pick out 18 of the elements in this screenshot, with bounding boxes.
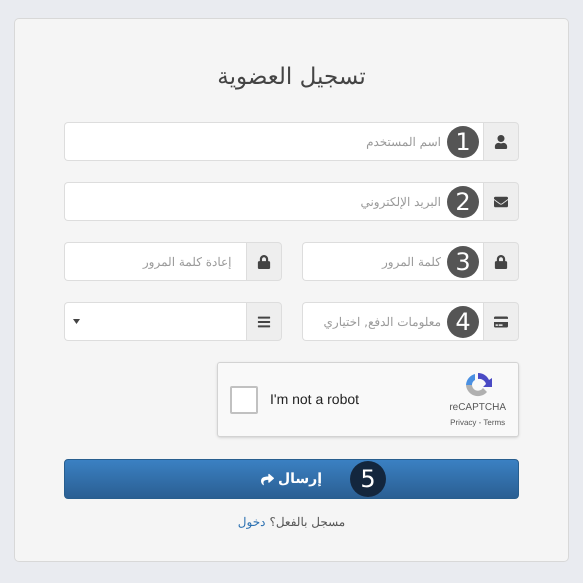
login-link[interactable]: دخول (238, 513, 266, 531)
captcha-checkbox[interactable] (230, 386, 258, 414)
input-field[interactable]: إعادة كلمة المرور (64, 242, 246, 281)
share-arrow-icon (260, 472, 274, 486)
select-field[interactable] (64, 302, 246, 341)
step-number-badge: 5 (350, 461, 386, 497)
caret-icon (73, 319, 80, 324)
lock-icon (494, 254, 508, 268)
footer-text: مسجل بالفعل؟ (269, 514, 346, 531)
captcha-brand: reCAPTCHA (449, 402, 506, 414)
credit-card-icon (494, 314, 508, 328)
form-title: تسجيل العضوية (216, 63, 367, 92)
captcha-label: I'm not a robot (270, 390, 360, 409)
envelope-icon (494, 194, 508, 208)
list-icon (256, 314, 270, 328)
lock-icon (256, 254, 270, 268)
user-icon (494, 134, 508, 148)
captcha-links[interactable]: Privacy - Terms (450, 417, 506, 429)
